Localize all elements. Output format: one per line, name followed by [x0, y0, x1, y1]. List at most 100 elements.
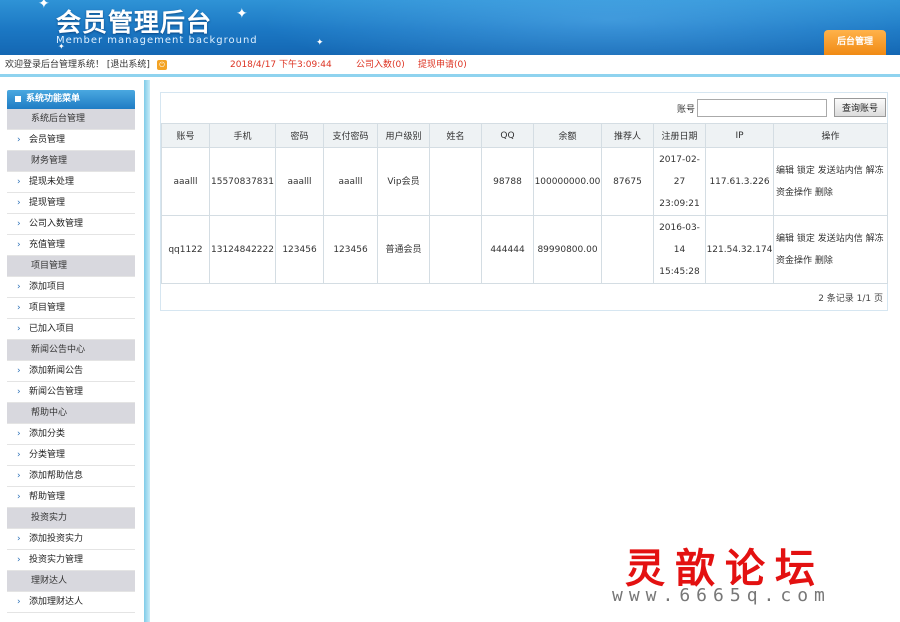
- sidebar-item-label: 项目管理: [29, 303, 66, 313]
- sidebar-item-label: 分类管理: [29, 450, 66, 460]
- column-header: 支付密码: [323, 123, 378, 148]
- admin-tab[interactable]: 后台管理: [824, 30, 886, 55]
- table-body: aaalll 15570837831 aaalll aaalll Vip会员 98788 1…: [161, 147, 888, 284]
- sidebar-item[interactable]: › 帮助管理: [7, 487, 135, 508]
- column-header: 账号: [161, 123, 210, 148]
- chevron-right-icon: ›: [17, 240, 21, 250]
- search-account-button[interactable]: 查询账号: [834, 98, 886, 117]
- cell-password: 123456: [275, 215, 324, 284]
- sidebar-item-label: 帮助管理: [29, 492, 66, 502]
- search-bar: 账号 查询账号: [587, 98, 887, 118]
- action-link[interactable]: 资金操作: [776, 188, 812, 198]
- action-link[interactable]: 解冻: [866, 166, 884, 176]
- current-time: 2018/4/17 下午3:09:44: [230, 60, 332, 70]
- sidebar-item[interactable]: › 添加帮助信息: [7, 466, 135, 487]
- action-link[interactable]: 删除: [815, 256, 833, 266]
- cell-pay-password: 123456: [323, 215, 378, 284]
- cell-actions: 编辑 锁定 发送站内信 解冻 资金操作 删除: [773, 147, 888, 216]
- action-link[interactable]: 锁定: [797, 166, 815, 176]
- company-count-link[interactable]: 公司入数(0): [356, 55, 405, 75]
- sidebar-item-label: 添加帮助信息: [29, 471, 84, 481]
- action-link[interactable]: 资金操作: [776, 256, 812, 266]
- sidebar-group-header: 新闻公告中心: [7, 340, 135, 361]
- chevron-right-icon: ›: [17, 450, 21, 460]
- chevron-right-icon: ›: [17, 366, 21, 376]
- header-decoration: [260, 0, 900, 55]
- action-link[interactable]: 编辑: [776, 234, 794, 244]
- sidebar-item[interactable]: › 新闻公告管理: [7, 382, 135, 403]
- chevron-right-icon: ›: [17, 555, 21, 565]
- column-header: 推荐人: [601, 123, 654, 148]
- withdraw-apply-link[interactable]: 提现申请(0): [418, 55, 467, 75]
- sidebar-item[interactable]: › 添加新闻公告: [7, 361, 135, 382]
- cell-ip: 121.54.32.174: [705, 215, 774, 284]
- sidebar-item[interactable]: › 添加项目: [7, 277, 135, 298]
- sidebar-item-label: 提现未处理: [29, 177, 75, 187]
- sidebar-item-label: 提现管理: [29, 198, 66, 208]
- chevron-right-icon: ›: [17, 492, 21, 502]
- sidebar-item-label: 已加入项目: [29, 324, 75, 334]
- chevron-right-icon: ›: [17, 324, 21, 334]
- app-subtitle: Member management background: [56, 35, 258, 46]
- sidebar-divider: [144, 80, 150, 622]
- cell-reg-date: 2017-02-27 23:09:21: [653, 147, 706, 216]
- main-panel: 账号 查询账号 账号 手机 密码 支付密码 用户级别 姓名 QQ 余额 推荐人 注册日期 IP 操作 …: [160, 92, 888, 311]
- account-search-input[interactable]: [697, 99, 827, 117]
- column-header: QQ: [481, 123, 534, 148]
- sidebar-item[interactable]: › 投资实力管理: [7, 550, 135, 571]
- sidebar-item-label: 公司入数管理: [29, 219, 84, 229]
- action-link[interactable]: 解冻: [866, 234, 884, 244]
- cell-ip: 117.61.3.226: [705, 147, 774, 216]
- action-link[interactable]: 锁定: [797, 234, 815, 244]
- sidebar-group-header: 投资实力: [7, 508, 135, 529]
- logout-icon[interactable]: ⏻: [157, 60, 167, 70]
- table-header-row: 账号 手机 密码 支付密码 用户级别 姓名 QQ 余额 推荐人 注册日期 IP 操作: [161, 123, 888, 148]
- sidebar-item-label: 添加项目: [29, 282, 66, 292]
- cell-phone: 13124842222: [209, 215, 276, 284]
- column-header: 密码: [275, 123, 324, 148]
- menu-list: 系统后台管理 › 会员管理 财务管理 › 提现未处理 › 提现管理 › 公司入数管理 › 充值管理 项目…: [7, 109, 135, 613]
- cell-name: [429, 147, 482, 216]
- column-header: 余额: [533, 123, 602, 148]
- action-link[interactable]: 发送站内信: [818, 234, 863, 244]
- cell-password: aaalll: [275, 147, 324, 216]
- chevron-right-icon: ›: [17, 303, 21, 313]
- column-header: 手机: [209, 123, 276, 148]
- sidebar-item-label: 财务管理: [31, 156, 68, 166]
- info-bar: 欢迎登录后台管理系统！ [退出系统] ⏻ 2018/4/17 下午3:09:44…: [0, 55, 900, 77]
- sidebar-group-header: 帮助中心: [7, 403, 135, 424]
- column-header: IP: [705, 123, 774, 148]
- action-link[interactable]: 发送站内信: [818, 166, 863, 176]
- action-link[interactable]: 编辑: [776, 166, 794, 176]
- member-table: 账号 手机 密码 支付密码 用户级别 姓名 QQ 余额 推荐人 注册日期 IP 操作 aaalll 15…: [161, 123, 888, 284]
- cell-qq: 444444: [481, 215, 534, 284]
- chevron-right-icon: ›: [17, 282, 21, 292]
- sidebar-item-label: 项目管理: [31, 261, 68, 271]
- pagination-info: 2 条记录 1/1 页: [818, 294, 883, 304]
- sidebar-item[interactable]: › 提现管理: [7, 193, 135, 214]
- sidebar-item[interactable]: › 已加入项目: [7, 319, 135, 340]
- chevron-right-icon: ›: [17, 597, 21, 607]
- sidebar-item[interactable]: › 添加分类: [7, 424, 135, 445]
- sidebar-item[interactable]: › 添加投资实力: [7, 529, 135, 550]
- sidebar-item-label: 添加分类: [29, 429, 66, 439]
- sidebar-item[interactable]: › 提现未处理: [7, 172, 135, 193]
- sidebar-item-label: 会员管理: [29, 135, 66, 145]
- welcome-text[interactable]: 欢迎登录后台管理系统！ [退出系统]: [5, 55, 150, 75]
- action-link[interactable]: 删除: [815, 188, 833, 198]
- chevron-right-icon: ›: [17, 534, 21, 544]
- cell-account: aaalll: [161, 147, 210, 216]
- sidebar-item-label: 帮助中心: [31, 408, 68, 418]
- star-icon: ✦: [236, 6, 248, 22]
- watermark-url: www.6665q.com: [612, 585, 831, 606]
- sidebar-item[interactable]: › 公司入数管理: [7, 214, 135, 235]
- sidebar-item[interactable]: › 项目管理: [7, 298, 135, 319]
- sidebar-item[interactable]: › 添加理财达人: [7, 592, 135, 613]
- sidebar-item-label: 充值管理: [29, 240, 66, 250]
- cell-level: Vip会员: [377, 147, 430, 216]
- sidebar-item[interactable]: › 会员管理: [7, 130, 135, 151]
- star-icon: ✦: [38, 0, 50, 12]
- sidebar-item[interactable]: › 充值管理: [7, 235, 135, 256]
- sidebar-item[interactable]: › 分类管理: [7, 445, 135, 466]
- cell-level: 普通会员: [377, 215, 430, 284]
